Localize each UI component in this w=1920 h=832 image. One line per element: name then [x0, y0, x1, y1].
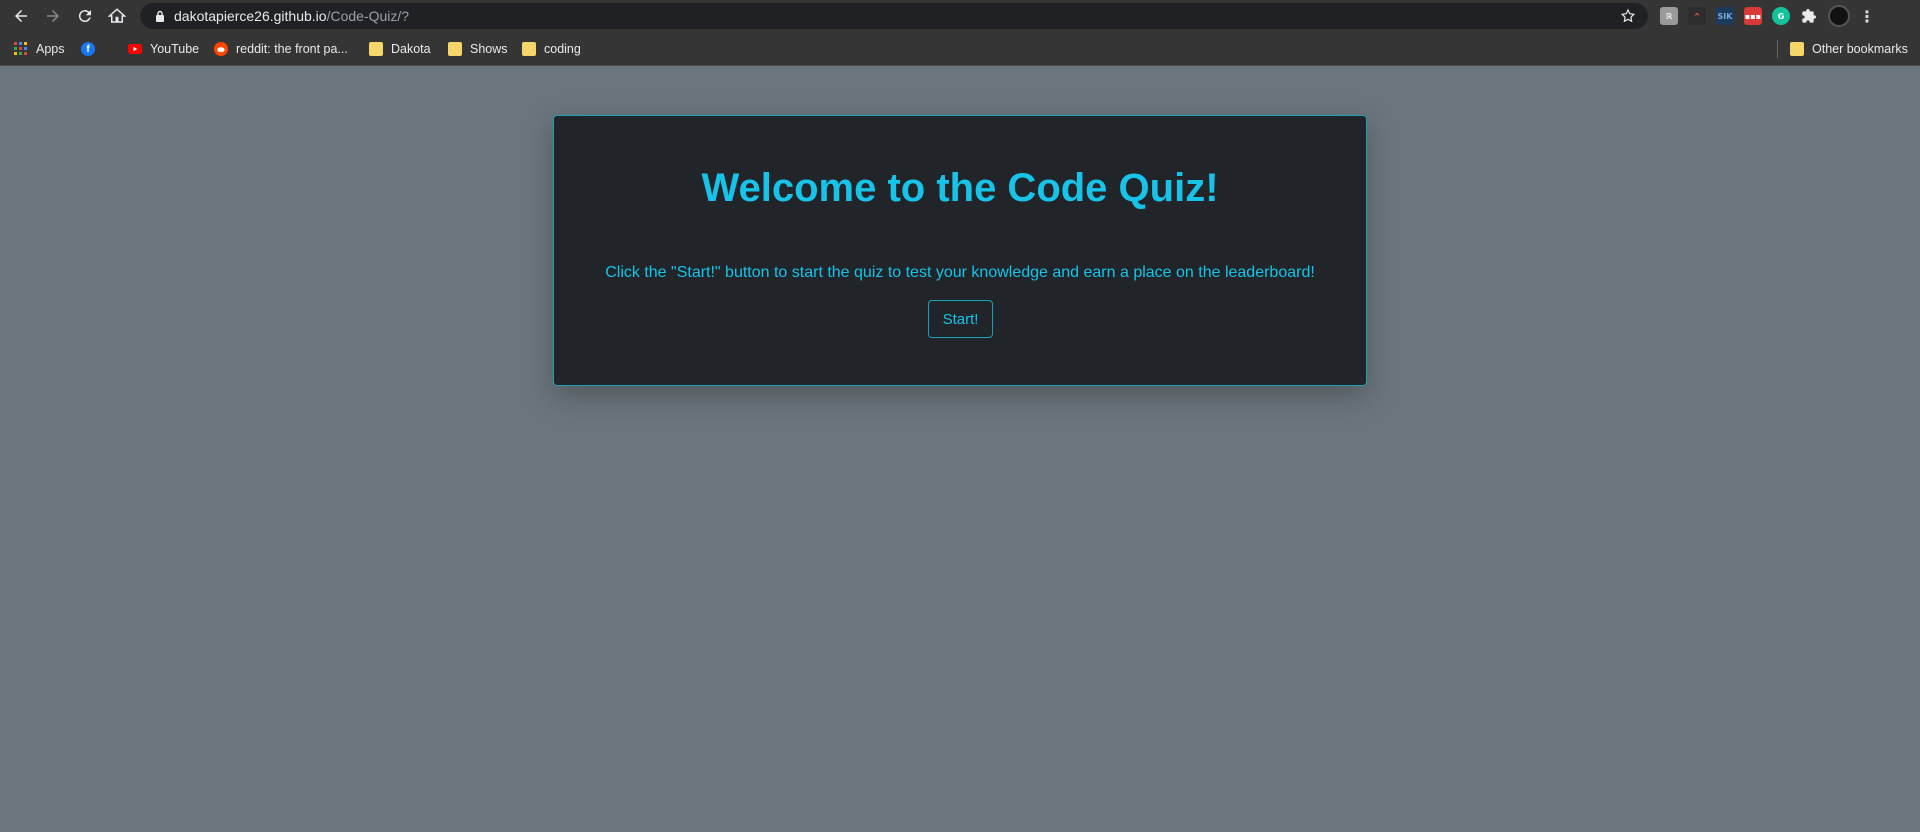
bookmarks-bar: Apps f YouTube reddit: the front pa... D… — [0, 32, 1920, 66]
url-text: dakotapierce26.github.io/Code-Quiz/? — [174, 8, 409, 24]
bookmark-label: reddit: the front pa... — [236, 42, 348, 56]
folder-icon — [522, 42, 536, 56]
bookmark-reddit[interactable]: reddit: the front pa... — [214, 40, 348, 58]
forward-arrow-icon — [47, 10, 59, 22]
ext-keepa-icon[interactable]: ℝ — [1660, 7, 1678, 25]
url-path: /Code-Quiz/? — [326, 8, 410, 24]
bookmark-shows[interactable]: Shows — [448, 40, 508, 58]
ext-orange-icon[interactable]: ^ — [1688, 7, 1706, 25]
youtube-icon — [128, 42, 142, 56]
url-host: dakotapierce26.github.io — [174, 8, 327, 24]
apps-grid-icon — [14, 42, 28, 56]
bookmark-star-icon[interactable] — [1620, 8, 1636, 24]
back-button[interactable] — [5, 0, 37, 32]
grammarly-icon[interactable]: G — [1772, 7, 1790, 25]
quiz-description: Click the "Start!" button to start the q… — [605, 264, 1315, 281]
reload-button[interactable] — [69, 0, 101, 32]
bookmarks-divider — [1777, 40, 1778, 58]
folder-icon — [369, 42, 383, 56]
profile-avatar[interactable] — [1828, 5, 1850, 27]
quiz-card: Welcome to the Code Quiz! Click the "Sta… — [553, 115, 1367, 386]
bookmark-label: Dakota — [391, 42, 431, 56]
quiz-title: Welcome to the Code Quiz! — [701, 166, 1219, 210]
start-button[interactable]: Start! — [928, 300, 993, 338]
lock-icon — [156, 10, 164, 22]
reddit-icon — [214, 42, 228, 56]
reload-icon — [78, 10, 91, 23]
address-bar[interactable]: dakotapierce26.github.io/Code-Quiz/? — [140, 3, 1648, 29]
back-arrow-icon — [15, 10, 27, 22]
bookmark-coding[interactable]: coding — [522, 40, 581, 58]
forward-button[interactable] — [37, 0, 69, 32]
extensions-puzzle-icon[interactable] — [1800, 7, 1818, 25]
other-bookmarks[interactable]: Other bookmarks — [1790, 40, 1908, 58]
home-icon — [108, 8, 126, 23]
extensions-area: ℝ ^ SIK ▪▪▪ G ⋮ — [1660, 4, 1875, 28]
bookmark-label: YouTube — [150, 42, 200, 56]
home-button[interactable] — [101, 0, 133, 32]
ext-sik-icon[interactable]: SIK — [1716, 7, 1734, 25]
bookmark-youtube[interactable]: YouTube — [128, 40, 199, 58]
folder-icon — [448, 42, 462, 56]
facebook-icon: f — [81, 42, 95, 56]
other-bookmarks-label: Other bookmarks — [1812, 42, 1908, 56]
bookmark-label: Shows — [470, 42, 508, 56]
chrome-menu-icon[interactable]: ⋮ — [1859, 7, 1875, 26]
bookmark-label: Apps — [36, 42, 65, 56]
browser-toolbar: dakotapierce26.github.io/Code-Quiz/? ℝ ^… — [0, 0, 1920, 32]
folder-icon — [1790, 42, 1804, 56]
ext-red-icon[interactable]: ▪▪▪ — [1744, 7, 1762, 25]
bookmark-label: coding — [544, 42, 581, 56]
bookmark-apps[interactable]: Apps — [14, 40, 65, 58]
bookmark-dakota[interactable]: Dakota — [369, 40, 431, 58]
bookmark-facebook[interactable]: f — [81, 40, 103, 58]
